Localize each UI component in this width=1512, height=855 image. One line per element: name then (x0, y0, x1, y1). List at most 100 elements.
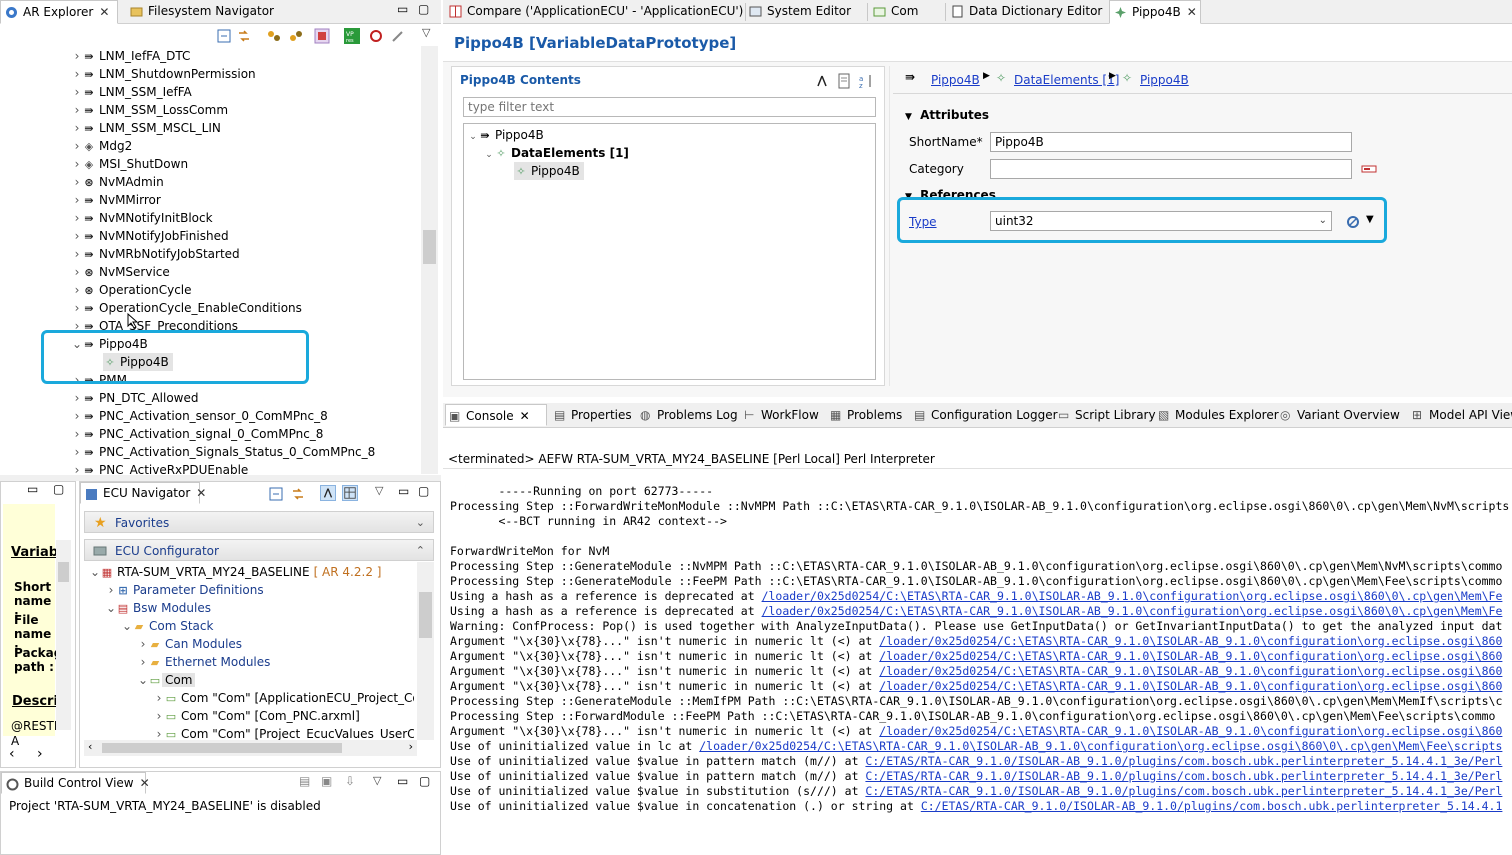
maximize-icon[interactable]: ▢ (53, 482, 64, 496)
tab-modules-explorer[interactable]: ▧ Modules Explorer (1155, 404, 1279, 426)
table-icon[interactable] (342, 485, 358, 501)
scroll-right-icon[interactable]: › (409, 740, 413, 753)
maximize-icon[interactable]: ▢ (418, 484, 429, 498)
tree-item[interactable]: › ⇛ PN_DTC_Allowed (72, 389, 199, 407)
contents-tree-dataelements[interactable]: ⌄ ✧ DataElements [1] (484, 144, 629, 162)
tab-pippo4b[interactable]: Pippo4B ✕ (1109, 0, 1201, 24)
ecu-tree-item[interactable]: › ▭ Com "Com" [ApplicationECU_Project_Com (154, 689, 414, 707)
tree-item[interactable]: › ⇛ PNC_ActiveRxPDUEnable (72, 461, 249, 474)
chevron-right-icon[interactable]: › (72, 101, 82, 119)
chevron-right-icon[interactable]: › (72, 299, 82, 317)
chevron-right-icon[interactable]: › (138, 635, 148, 653)
clear-field-icon[interactable] (1361, 163, 1377, 175)
tab-data-dictionary[interactable]: Data Dictionary Editor (947, 0, 1107, 24)
contents-tree-pippo4b[interactable]: ✧ Pippo4B (514, 162, 584, 180)
chevron-right-icon[interactable]: › (72, 191, 82, 209)
tab-problems[interactable]: ▦ Problems (827, 404, 907, 426)
tab-compare[interactable]: Compare ('ApplicationECU' - 'Application… (445, 0, 743, 24)
chevron-right-icon[interactable]: › (72, 461, 82, 474)
link-editor-icon[interactable] (236, 28, 252, 44)
tree-item[interactable]: › ⇛ LNM_IefFA_DTC (72, 47, 191, 65)
tab-configuration-logger[interactable]: ▤ Configuration Logger (911, 404, 1058, 426)
expand-icon[interactable]: ⌄ (416, 512, 425, 534)
breadcrumb-item-pippo4b-child[interactable]: Pippo4B (1140, 73, 1189, 87)
scroll-left-icon[interactable]: ‹ (9, 746, 15, 762)
tab-variant-overview[interactable]: ◎ Variant Overview (1277, 404, 1405, 426)
chevron-right-icon[interactable]: › (72, 83, 82, 101)
chevron-down-icon[interactable]: ⌄ (484, 146, 494, 164)
tree-item[interactable]: › ⊛ OperationCycle (72, 281, 192, 299)
clear-icon[interactable]: ▤ (299, 774, 310, 788)
ecu-tree-item[interactable]: › ▰ Can Modules (138, 635, 242, 653)
minimize-icon[interactable]: ▭ (398, 484, 409, 498)
chevron-right-icon[interactable]: › (72, 209, 82, 227)
chevron-right-icon[interactable]: › (154, 725, 164, 740)
chevron-right-icon[interactable]: › (72, 389, 82, 407)
chevron-right-icon[interactable]: › (72, 47, 82, 65)
wand-icon[interactable] (390, 28, 406, 44)
filter-icon[interactable] (814, 73, 830, 89)
tree-item[interactable]: › ⇛ PNC_Activation_Signals_Status_0_ComMPn… (72, 443, 376, 461)
chevron-right-icon[interactable]: › (72, 155, 82, 173)
chevron-right-icon[interactable]: › (138, 653, 148, 671)
view-menu-icon[interactable]: ▽ (373, 774, 381, 787)
refresh-icon[interactable] (368, 28, 384, 44)
scroll-right-icon[interactable]: › (37, 746, 43, 762)
chevron-right-icon[interactable]: › (72, 65, 82, 83)
tree-item[interactable]: › ⇛ NvMNotifyInitBlock (72, 209, 213, 227)
console-line-link[interactable]: /loader/0x25d0254/C:\ETAS\RTA-CAR_9.1.0\… (762, 589, 1503, 603)
ecu-tree-item[interactable]: ⌄ ▭ Com (138, 671, 196, 689)
console-line-link[interactable]: C:/ETAS/RTA-CAR_9.1.0/ISOLAR-AB_9.1.0/pl… (921, 799, 1503, 813)
ecu-tree-item[interactable]: ⌄ ▰ Com Stack (122, 617, 213, 635)
chevron-right-icon[interactable]: › (72, 173, 82, 191)
ecu-tree-item[interactable]: ⌄ ▤ Bsw Modules (106, 599, 211, 617)
chevron-right-icon[interactable]: › (72, 407, 82, 425)
chevron-down-icon[interactable]: ▼ (905, 112, 912, 122)
console-line-link[interactable]: /loader/0x25d0254/C:\ETAS\RTA-CAR_9.1.0\… (879, 634, 1502, 648)
tab-model-api-view[interactable]: ⊞ Model API View (1409, 404, 1512, 426)
tree-item[interactable]: › ⇛ PNC_Activation_signal_0_ComMPnc_8 (72, 425, 324, 443)
chevron-down-icon[interactable]: ⌄ (90, 563, 100, 581)
tab-properties[interactable]: ▤ Properties (551, 404, 633, 426)
link-editor-icon[interactable] (290, 486, 306, 502)
tree-item[interactable]: › ◈ MSI_ShutDown (72, 155, 188, 173)
console-line-link[interactable]: /loader/0x25d0254/C:\ETAS\RTA-CAR_9.1.0\… (762, 604, 1503, 618)
chevron-right-icon[interactable]: › (72, 119, 82, 137)
ecu-configurator-section[interactable]: ECU Configurator ⌃ (84, 539, 434, 561)
maximize-icon[interactable]: ▢ (418, 2, 429, 16)
ecu-tree-scrollbar[interactable] (417, 562, 434, 740)
view-menu-icon[interactable]: ▽ (422, 26, 430, 39)
tree-item[interactable]: › ⊛ NvMService (72, 263, 170, 281)
console-line-link[interactable]: C:/ETAS/RTA-CAR_9.1.0/ISOLAR-AB_9.1.0/pl… (865, 769, 1502, 783)
filter-input[interactable] (463, 97, 876, 117)
group-icon[interactable] (266, 28, 282, 44)
tab-ecu-navigator[interactable]: ECU Navigator ✕ (80, 482, 206, 504)
download-icon[interactable]: ⇩ (345, 774, 355, 788)
filter-icon[interactable] (320, 485, 336, 501)
console-line-link[interactable]: /loader/0x25d0254/C:\ETAS\RTA-CAR_9.1.0\… (879, 724, 1502, 738)
tab-filesystem-navigator[interactable]: Filesystem Navigator (126, 0, 274, 24)
chevron-right-icon[interactable]: › (72, 263, 82, 281)
chevron-right-icon[interactable]: › (72, 281, 82, 299)
chevron-right-icon[interactable]: › (72, 227, 82, 245)
tree-item[interactable]: › ⇛ NvMNotifyJobFinished (72, 227, 229, 245)
contents-tree-root[interactable]: ⌄ ⇛ Pippo4B (468, 126, 544, 144)
minimize-icon[interactable]: ▭ (397, 774, 408, 788)
category-input[interactable] (990, 159, 1352, 179)
console-line-link[interactable]: C:/ETAS/RTA-CAR_9.1.0/ISOLAR-AB_9.1.0/pl… (865, 784, 1502, 798)
favorites-section[interactable]: ★ Favorites ⌄ (84, 511, 434, 533)
tree-item[interactable]: › ⇛ LNM_SSM_IefFA (72, 83, 192, 101)
vp-res-icon[interactable]: VPres (344, 28, 360, 44)
sort-icon[interactable]: az (858, 73, 874, 89)
attributes-section-header[interactable]: ▼ Attributes (905, 108, 989, 122)
close-icon[interactable]: ✕ (520, 409, 530, 423)
close-icon[interactable]: ✕ (196, 486, 206, 500)
close-icon[interactable]: ✕ (1187, 5, 1197, 19)
tree-item[interactable]: › ⇛ NvMMirror (72, 191, 161, 209)
chevron-right-icon[interactable]: › (154, 689, 164, 707)
ar-explorer-scrollbar[interactable] (421, 46, 438, 474)
minimize-icon[interactable]: ▭ (397, 2, 408, 16)
chevron-down-icon[interactable]: ⌄ (106, 599, 116, 617)
group-alt-icon[interactable] (288, 28, 304, 44)
breadcrumb-item-dataelements[interactable]: DataElements [1] (1014, 73, 1119, 87)
